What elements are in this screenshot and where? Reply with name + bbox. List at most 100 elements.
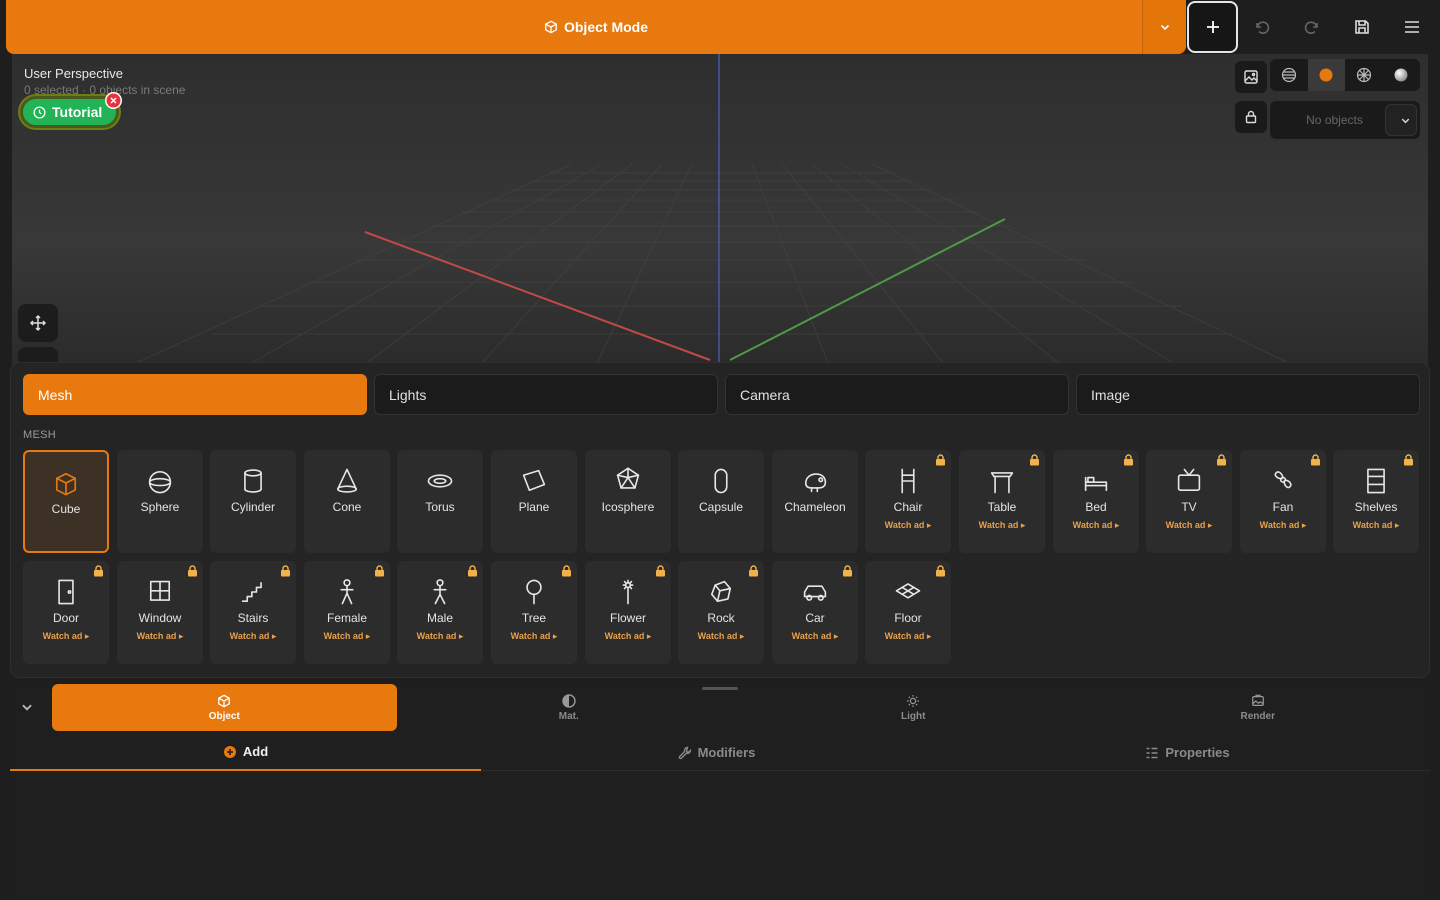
tutorial-label: Tutorial — [52, 104, 103, 120]
sub-tabs: Add Modifiers Properties — [10, 734, 1430, 771]
object-select[interactable]: No objects — [1270, 101, 1420, 139]
mesh-item-label: TV — [1181, 500, 1197, 514]
mode-selector[interactable]: Object Mode — [6, 0, 1186, 54]
mesh-item-icosphere[interactable]: Icosphere — [585, 450, 671, 553]
lock-icon — [1029, 454, 1040, 466]
mesh-item-label: Sphere — [140, 500, 180, 514]
lock-icon — [935, 454, 946, 466]
chameleon-icon — [798, 464, 832, 498]
tab-properties[interactable]: Properties — [952, 734, 1423, 771]
section-label: MESH — [23, 429, 56, 441]
tv-icon — [1172, 464, 1206, 498]
mesh-item-label: Bed — [1085, 500, 1107, 514]
mesh-item-sphere[interactable]: Sphere — [117, 450, 203, 553]
tab-object[interactable]: Object — [52, 684, 397, 731]
mesh-item-chair[interactable]: Chair Watch ad ▸ — [865, 450, 951, 553]
lock-icon — [935, 565, 946, 577]
mesh-item-fan[interactable]: Fan Watch ad ▸ — [1240, 450, 1326, 553]
tab-render[interactable]: Render — [1086, 684, 1431, 731]
lock-icon — [1310, 454, 1321, 466]
tab-add[interactable]: Add — [10, 734, 481, 771]
watch-ad-label: Watch ad ▸ — [697, 631, 745, 641]
tab-camera[interactable]: Camera — [725, 374, 1069, 415]
undo-button[interactable] — [1245, 10, 1279, 44]
cube-icon — [544, 20, 558, 34]
watch-ad-label: Watch ad ▸ — [1352, 520, 1400, 530]
tab-lights[interactable]: Lights — [374, 374, 718, 415]
icosphere-icon — [611, 464, 645, 498]
mesh-item-rock[interactable]: Rock Watch ad ▸ — [678, 561, 764, 664]
object-select-dropdown[interactable] — [1385, 104, 1417, 136]
mesh-item-cylinder[interactable]: Cylinder — [210, 450, 296, 553]
mesh-item-car[interactable]: Car Watch ad ▸ — [772, 561, 858, 664]
mesh-item-flower[interactable]: Flower Watch ad ▸ — [585, 561, 671, 664]
play-circle-icon — [33, 105, 46, 119]
lock-icon — [1403, 454, 1414, 466]
mesh-item-plane[interactable]: Plane — [491, 450, 577, 553]
mesh-item-label: Icosphere — [601, 500, 655, 514]
main-tabs: Object Mat. Light Render — [52, 684, 1430, 731]
mesh-item-male[interactable]: Male Watch ad ▸ — [397, 561, 483, 664]
mesh-item-label: Capsule — [698, 500, 744, 514]
lock-icon — [1123, 454, 1134, 466]
mesh-item-capsule[interactable]: Capsule — [678, 450, 764, 553]
watch-ad-label: Watch ad ▸ — [510, 631, 558, 641]
mode-dropdown-button[interactable] — [1142, 0, 1186, 54]
background-image-button[interactable] — [1235, 61, 1267, 93]
top-bar: Object Mode — [0, 0, 1440, 54]
lock-view-button[interactable] — [1235, 101, 1267, 133]
image-icon — [1243, 69, 1259, 85]
menu-button[interactable] — [1395, 10, 1429, 44]
mesh-item-door[interactable]: Door Watch ad ▸ — [23, 561, 109, 664]
watch-ad-label: Watch ad ▸ — [1165, 520, 1213, 530]
mesh-item-stairs[interactable]: Stairs Watch ad ▸ — [210, 561, 296, 664]
watch-ad-label: Watch ad ▸ — [136, 631, 184, 641]
mesh-item-torus[interactable]: Torus — [397, 450, 483, 553]
lock-icon — [467, 565, 478, 577]
floor-icon — [891, 575, 925, 609]
mesh-item-label: Cone — [332, 500, 362, 514]
tab-light[interactable]: Light — [741, 684, 1086, 731]
mesh-item-tv[interactable]: TV Watch ad ▸ — [1146, 450, 1232, 553]
mesh-item-label: Male — [426, 611, 453, 625]
shading-rendered-button[interactable] — [1383, 59, 1421, 91]
collapse-panel-button[interactable] — [20, 700, 34, 714]
tab-mesh[interactable]: Mesh — [23, 374, 367, 415]
mesh-item-cone[interactable]: Cone — [304, 450, 390, 553]
mesh-item-label: Chameleon — [784, 500, 846, 514]
mode-label: Object Mode — [563, 19, 648, 35]
watch-ad-label: Watch ad ▸ — [1072, 520, 1120, 530]
male-icon — [423, 575, 457, 609]
mesh-item-tree[interactable]: Tree Watch ad ▸ — [491, 561, 577, 664]
tab-material[interactable]: Mat. — [397, 684, 742, 731]
mesh-item-female[interactable]: Female Watch ad ▸ — [304, 561, 390, 664]
mesh-item-bed[interactable]: Bed Watch ad ▸ — [1053, 450, 1139, 553]
mesh-item-chameleon[interactable]: Chameleon — [772, 450, 858, 553]
mesh-item-shelves[interactable]: Shelves Watch ad ▸ — [1333, 450, 1419, 553]
add-object-button[interactable] — [1187, 1, 1238, 53]
capsule-icon — [704, 464, 738, 498]
save-button[interactable] — [1345, 10, 1379, 44]
shading-solid-button[interactable] — [1307, 59, 1345, 91]
3d-viewport[interactable]: User Perspective 0 selected · 0 objects … — [12, 54, 1428, 374]
mesh-item-table[interactable]: Table Watch ad ▸ — [959, 450, 1045, 553]
tab-image[interactable]: Image — [1076, 374, 1420, 415]
redo-button[interactable] — [1295, 10, 1329, 44]
tutorial-close-button[interactable] — [105, 92, 122, 109]
tab-modifiers[interactable]: Modifiers — [481, 734, 952, 771]
lock-icon — [1244, 110, 1258, 124]
shading-material-button[interactable] — [1345, 59, 1383, 91]
shelves-icon — [1359, 464, 1393, 498]
mesh-item-cube[interactable]: Cube — [23, 450, 109, 553]
mesh-item-window[interactable]: Window Watch ad ▸ — [117, 561, 203, 664]
mesh-item-floor[interactable]: Floor Watch ad ▸ — [865, 561, 951, 664]
stairs-icon — [236, 575, 270, 609]
solid-sphere-icon — [1318, 67, 1334, 83]
redo-icon — [1303, 18, 1321, 36]
mesh-item-label: Tree — [521, 611, 547, 625]
watch-ad-label: Watch ad ▸ — [884, 631, 932, 641]
shading-wireframe-button[interactable] — [1270, 59, 1308, 91]
move-tool-button[interactable] — [18, 304, 58, 342]
grid-floor — [111, 54, 1313, 374]
tab-modifiers-label: Modifiers — [697, 745, 756, 760]
